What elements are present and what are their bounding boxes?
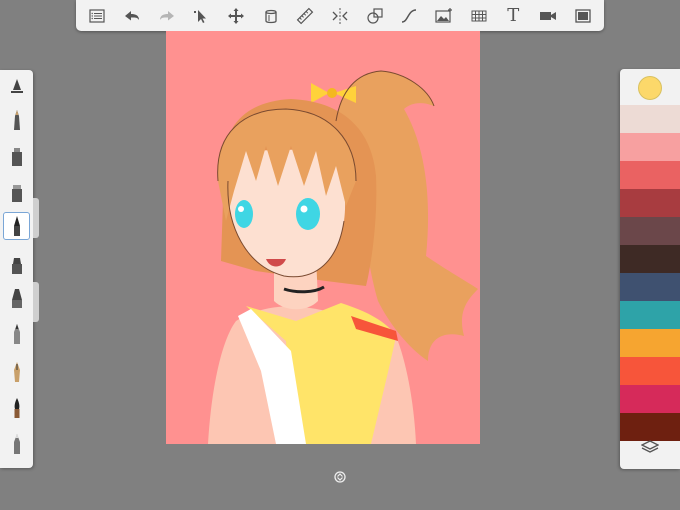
color-swatch[interactable] <box>620 189 680 217</box>
layers-button[interactable] <box>620 427 680 469</box>
transform-icon <box>227 7 244 24</box>
paintbrush-icon <box>13 216 20 236</box>
shape-icon <box>366 7 383 24</box>
character-illustration <box>166 31 480 444</box>
fullscreen-icon <box>574 8 591 23</box>
brush-eraser[interactable] <box>3 430 30 458</box>
marker-icon <box>11 148 22 166</box>
ruler-button[interactable] <box>291 3 319 29</box>
select-button[interactable] <box>187 3 215 29</box>
color-swatch[interactable] <box>620 329 680 357</box>
drawing-canvas[interactable] <box>166 31 480 444</box>
expand-handle-icon <box>334 471 346 483</box>
redo-button[interactable] <box>153 3 181 29</box>
brush-ballpoint-pen[interactable] <box>3 106 30 134</box>
undo-button[interactable] <box>118 3 146 29</box>
color-swatch[interactable] <box>620 357 680 385</box>
eraser-brush-icon <box>13 434 20 454</box>
ruler-icon <box>296 7 314 24</box>
brush-felt-tip[interactable] <box>3 284 30 312</box>
color-swatch[interactable] <box>620 105 680 133</box>
airbrush-icon <box>11 185 22 202</box>
color-swatch[interactable] <box>620 217 680 245</box>
video-button[interactable] <box>534 3 562 29</box>
ballpoint-pen-icon <box>13 110 20 130</box>
brush-fine-pen[interactable] <box>3 320 30 348</box>
symmetry-icon <box>332 7 348 24</box>
color-swatch[interactable] <box>620 133 680 161</box>
ink-brush-icon <box>14 398 19 418</box>
brush-smudge[interactable] <box>3 250 30 278</box>
symmetry-button[interactable] <box>326 3 354 29</box>
menu-button[interactable] <box>83 3 111 29</box>
brush-ink[interactable] <box>3 394 30 422</box>
pencil-brush-icon <box>10 79 23 93</box>
curve-icon <box>402 8 417 23</box>
curve-button[interactable] <box>395 3 423 29</box>
felt-tip-icon <box>11 289 22 308</box>
smudge-icon <box>11 258 22 274</box>
select-icon <box>194 9 207 23</box>
video-icon <box>539 11 556 20</box>
fullscreen-button[interactable] <box>569 3 597 29</box>
brush-panel <box>0 70 33 468</box>
perspective-grid-button[interactable] <box>465 3 493 29</box>
image-insert-icon <box>435 7 452 23</box>
shape-button[interactable] <box>361 3 389 29</box>
menu-icon <box>89 8 105 23</box>
undo-icon <box>124 10 139 20</box>
color-swatch[interactable] <box>620 301 680 329</box>
color-swatch[interactable] <box>620 161 680 189</box>
brush-airbrush[interactable] <box>3 178 30 206</box>
brush-pencil[interactable] <box>3 74 30 102</box>
layers-icon <box>641 440 659 453</box>
eraser-tool-icon <box>264 9 277 23</box>
brush-opacity-slider[interactable] <box>33 282 39 322</box>
color-swatch[interactable] <box>620 385 680 413</box>
color-swatch[interactable] <box>620 273 680 301</box>
brush-size-slider[interactable] <box>33 198 39 238</box>
color-swatch[interactable] <box>620 245 680 273</box>
top-toolbar: T <box>76 0 604 31</box>
brush-fountain-pen[interactable] <box>3 358 30 386</box>
eraser-tool-button[interactable] <box>257 3 285 29</box>
color-panel <box>620 69 680 469</box>
current-color-swatch[interactable] <box>638 76 662 100</box>
perspective-grid-icon <box>471 10 487 21</box>
fountain-pen-icon <box>13 362 20 382</box>
transform-button[interactable] <box>222 3 250 29</box>
fine-pen-icon <box>13 324 20 344</box>
text-button[interactable]: T <box>499 3 527 29</box>
brush-marker[interactable] <box>3 142 30 170</box>
bottom-panel-handle[interactable] <box>333 470 347 484</box>
text-icon: T <box>507 4 520 26</box>
brush-paintbrush[interactable] <box>3 212 30 240</box>
redo-icon <box>159 10 174 20</box>
image-insert-button[interactable] <box>430 3 458 29</box>
